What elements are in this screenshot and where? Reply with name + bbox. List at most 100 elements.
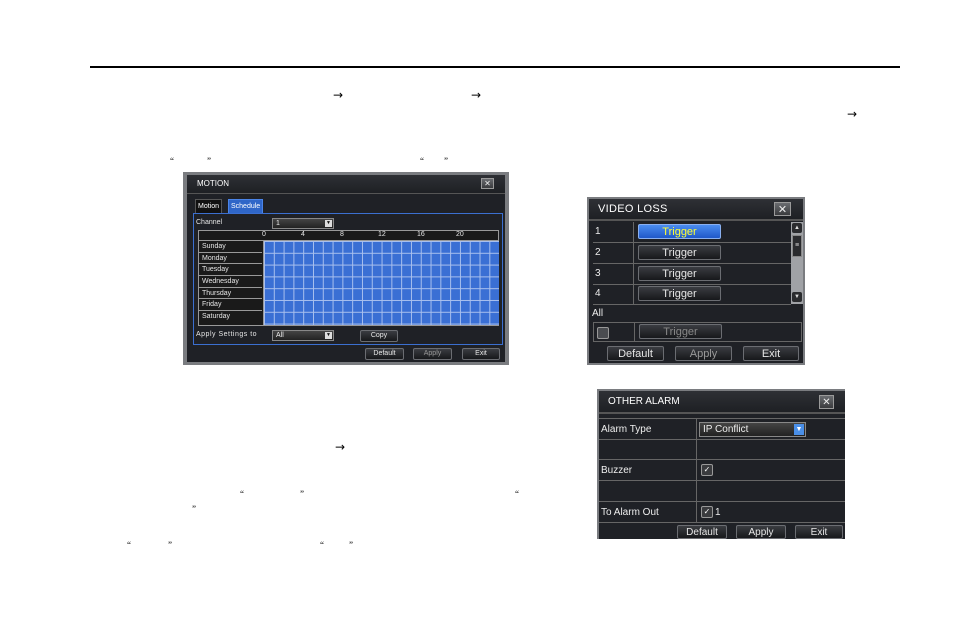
default-button[interactable]: Default — [607, 346, 664, 361]
alarm-type-value: IP Conflict — [703, 424, 749, 435]
close-quote: ” — [300, 489, 304, 499]
exit-button[interactable]: Exit — [743, 346, 799, 361]
channel-label: Channel — [196, 219, 223, 226]
apply-button[interactable]: Apply — [675, 346, 732, 361]
all-trigger-button[interactable]: Trigger — [639, 324, 722, 339]
trigger-button[interactable]: Trigger — [638, 224, 721, 239]
hour-tick: 16 — [417, 231, 425, 238]
open-quote: “ — [515, 489, 519, 499]
hour-tick: 8 — [340, 231, 344, 238]
scroll-up-icon[interactable]: ▲ — [792, 223, 802, 233]
scroll-down-icon[interactable]: ▼ — [792, 292, 802, 302]
alarm-out-row: To Alarm Out ✓ 1 — [599, 502, 845, 523]
dialog-titlebar: MOTION ✕ — [187, 175, 505, 194]
close-quote: ” — [192, 504, 196, 514]
close-icon: ✕ — [777, 203, 788, 216]
all-row: Trigger — [593, 322, 802, 342]
apply-button[interactable]: Apply — [736, 525, 786, 539]
alarm-out-label: To Alarm Out — [601, 507, 659, 518]
copy-button[interactable]: Copy — [360, 330, 398, 342]
exit-button[interactable]: Exit — [795, 525, 843, 539]
hour-header: 0 4 8 12 16 20 — [199, 231, 498, 241]
trigger-button[interactable]: Trigger — [638, 286, 721, 301]
header-rule — [90, 66, 900, 68]
hour-tick: 12 — [378, 231, 386, 238]
open-quote: “ — [420, 156, 424, 166]
scrollbar[interactable]: ▲ ≡ ▼ — [791, 222, 803, 304]
day-label: Wednesday — [199, 276, 262, 288]
channel-value: 1 — [276, 220, 280, 227]
day-label: Thursday — [199, 288, 262, 300]
close-quote: ” — [349, 540, 353, 550]
channel-number: 1 — [595, 226, 601, 237]
alarm-type-label: Alarm Type — [601, 424, 652, 435]
empty-row — [599, 439, 845, 460]
day-label: Sunday — [199, 241, 262, 253]
dialog-title: VIDEO LOSS — [598, 203, 668, 215]
check-icon: ✓ — [703, 507, 711, 516]
close-button[interactable]: ✕ — [481, 178, 494, 189]
chevron-down-icon: ▼ — [325, 220, 332, 227]
all-label: All — [592, 308, 604, 319]
dialog-titlebar: OTHER ALARM ✕ — [599, 391, 845, 414]
close-icon: ✕ — [822, 397, 831, 408]
day-label: Friday — [199, 299, 262, 312]
alarm-out-checkbox[interactable]: ✓ — [701, 506, 713, 518]
apply-settings-label: Apply Settings to — [196, 331, 258, 338]
trigger-button[interactable]: Trigger — [638, 266, 721, 281]
alarm-type-row: Alarm Type IP Conflict ▼ — [599, 418, 845, 440]
check-icon: ✓ — [703, 465, 711, 474]
schedule-cells[interactable] — [263, 241, 499, 325]
channel-number: 4 — [595, 288, 601, 299]
other-alarm-dialog: OTHER ALARM ✕ Alarm Type IP Conflict ▼ B… — [597, 389, 845, 539]
tab-motion[interactable]: Motion — [195, 199, 223, 214]
open-quote: “ — [320, 540, 324, 550]
alarm-type-select[interactable]: IP Conflict ▼ — [699, 422, 806, 437]
apply-settings-value: All — [276, 332, 284, 339]
open-quote: “ — [240, 489, 244, 499]
channel-number: 2 — [595, 247, 601, 258]
close-quote: ” — [207, 156, 211, 166]
arrow-icon: → — [335, 440, 346, 454]
tab-schedule[interactable]: Schedule — [228, 199, 264, 214]
all-checkbox[interactable] — [597, 327, 609, 339]
day-labels: Sunday Monday Tuesday Wednesday Thursday… — [199, 241, 262, 323]
trigger-button[interactable]: Trigger — [638, 245, 721, 260]
alarm-out-value: 1 — [715, 507, 721, 518]
buzzer-checkbox[interactable]: ✓ — [701, 464, 713, 476]
channel-select[interactable]: 1 ▼ — [272, 218, 334, 229]
exit-button[interactable]: Exit — [462, 348, 500, 360]
empty-row — [599, 481, 845, 502]
default-button[interactable]: Default — [365, 348, 404, 360]
channel-row: 3 Trigger — [593, 264, 791, 285]
dialog-title: OTHER ALARM — [608, 396, 680, 407]
apply-settings-select[interactable]: All ▼ — [272, 330, 334, 341]
day-label: Saturday — [202, 313, 231, 321]
close-button[interactable]: ✕ — [819, 395, 834, 409]
scroll-thumb[interactable]: ≡ — [792, 235, 802, 257]
buzzer-row: Buzzer ✓ — [599, 460, 845, 481]
arrow-icon: → — [847, 107, 858, 121]
hour-tick: 20 — [456, 231, 464, 238]
close-icon: ✕ — [484, 179, 491, 188]
motion-dialog: MOTION ✕ Motion Schedule Channel 1 ▼ 0 4… — [183, 172, 509, 365]
close-quote: ” — [444, 156, 448, 166]
apply-button[interactable]: Apply — [413, 348, 452, 360]
channel-row: 1 Trigger — [593, 222, 791, 243]
default-button[interactable]: Default — [677, 525, 727, 539]
close-button[interactable]: ✕ — [774, 202, 791, 216]
day-label: Tuesday — [199, 264, 262, 277]
dialog-titlebar: VIDEO LOSS ✕ — [589, 199, 803, 221]
chevron-down-icon: ▼ — [794, 424, 804, 435]
open-quote: “ — [170, 156, 174, 166]
day-label: Monday — [199, 253, 262, 265]
close-quote: ” — [168, 540, 172, 550]
open-quote: “ — [127, 540, 131, 550]
video-loss-dialog: VIDEO LOSS ✕ 1 Trigger 2 Trigger 3 Trigg… — [587, 197, 805, 365]
schedule-grid[interactable]: 0 4 8 12 16 20 Sunday Monday Tuesday Wed… — [198, 230, 499, 326]
dialog-title: MOTION — [197, 179, 229, 188]
channel-row: 4 Trigger — [593, 284, 791, 305]
channel-row: 2 Trigger — [593, 243, 791, 264]
buzzer-label: Buzzer — [601, 465, 633, 476]
hour-tick: 0 — [262, 231, 266, 238]
